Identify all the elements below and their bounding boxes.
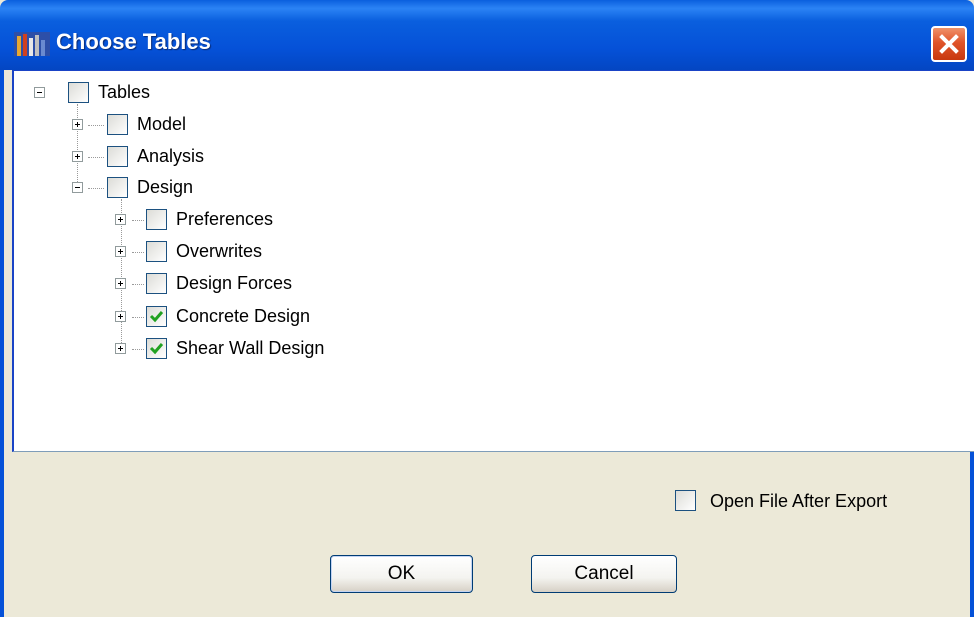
tree-node-label: Analysis [137, 146, 205, 166]
window-title: Choose Tables [56, 29, 211, 54]
tree-node-design-forces[interactable]: Design Forces [14, 272, 414, 298]
open-file-after-export-checkbox[interactable] [675, 490, 696, 511]
checkmark-icon [149, 311, 164, 323]
tree-node-label: Tables [98, 82, 151, 102]
model-checkbox[interactable] [107, 114, 128, 135]
title-bar[interactable]: Choose Tables [0, 0, 974, 70]
minus-box-icon[interactable] [72, 182, 83, 193]
tree-node-model[interactable]: Model [14, 113, 314, 139]
design-checkbox[interactable] [107, 177, 128, 198]
plus-box-icon[interactable] [115, 246, 126, 257]
tree-node-preferences[interactable]: Preferences [14, 208, 414, 234]
app-icon [14, 32, 50, 56]
minus-box-icon[interactable] [34, 87, 45, 98]
tree-node-label: Preferences [176, 209, 274, 229]
open-file-after-export-label: Open File After Export [710, 491, 888, 511]
tree-node-label: Concrete Design [176, 306, 311, 326]
tables-tree[interactable]: Tables Model Analysis Design Preferences [12, 70, 974, 452]
tree-node-concrete-design[interactable]: Concrete Design [14, 305, 414, 331]
tree-node-label: Model [137, 114, 187, 134]
plus-box-icon[interactable] [115, 214, 126, 225]
design-forces-checkbox[interactable] [146, 273, 167, 294]
tree-node-tables[interactable]: Tables [14, 81, 314, 107]
plus-box-icon[interactable] [115, 311, 126, 322]
tree-node-analysis[interactable]: Analysis [14, 145, 314, 171]
tree-node-shear-wall-design[interactable]: Shear Wall Design [14, 337, 414, 363]
tree-node-label: Design Forces [176, 273, 293, 293]
checkmark-icon [149, 343, 164, 355]
tree-node-design[interactable]: Design [14, 176, 314, 202]
concrete-design-checkbox[interactable] [146, 306, 167, 327]
plus-box-icon[interactable] [72, 119, 83, 130]
window-border-left [0, 70, 4, 617]
plus-box-icon[interactable] [72, 151, 83, 162]
tree-node-label: Design [137, 177, 194, 197]
tree-node-label: Overwrites [176, 241, 263, 261]
close-icon [939, 34, 959, 54]
shear-wall-design-checkbox[interactable] [146, 338, 167, 359]
preferences-checkbox[interactable] [146, 209, 167, 230]
plus-box-icon[interactable] [115, 278, 126, 289]
ok-button[interactable]: OK [330, 555, 473, 593]
tables-checkbox[interactable] [68, 82, 89, 103]
overwrites-checkbox[interactable] [146, 241, 167, 262]
plus-box-icon[interactable] [115, 343, 126, 354]
analysis-checkbox[interactable] [107, 146, 128, 167]
cancel-button[interactable]: Cancel [531, 555, 677, 593]
tree-node-label: Shear Wall Design [176, 338, 325, 358]
close-button[interactable] [931, 26, 967, 62]
tree-node-overwrites[interactable]: Overwrites [14, 240, 414, 266]
choose-tables-dialog: Choose Tables Tables Model Analysis Desi… [0, 0, 974, 617]
